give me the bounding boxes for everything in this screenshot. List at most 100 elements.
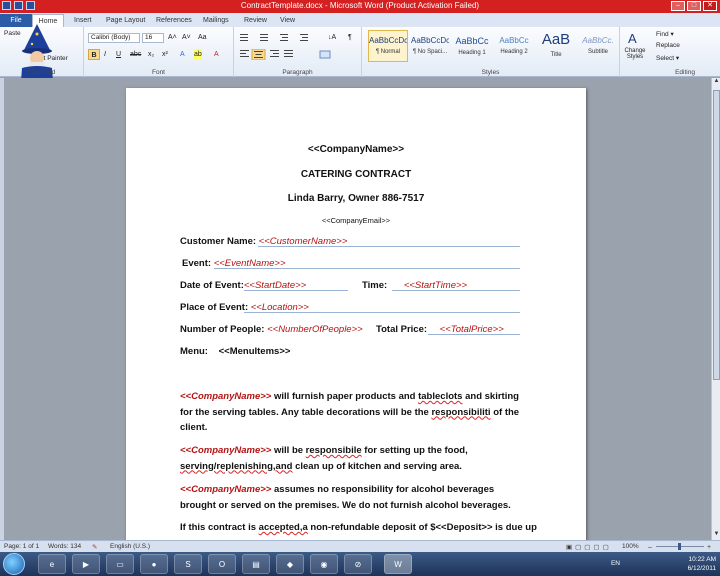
place-label: Place of Event: bbox=[180, 302, 249, 313]
change-case-button[interactable]: Aa bbox=[198, 32, 207, 43]
tab-view[interactable]: View bbox=[280, 14, 295, 27]
strikethrough-button[interactable]: abc bbox=[130, 49, 141, 60]
document-page[interactable]: <<CompanyName>> CATERING CONTRACT Linda … bbox=[126, 88, 586, 540]
title-bar: ContractTemplate.docx - Microsoft Word (… bbox=[0, 0, 720, 13]
text-run: responsibile bbox=[305, 445, 362, 456]
style-name: ¶ No Spaci... bbox=[412, 49, 448, 55]
start-button[interactable] bbox=[3, 553, 25, 575]
clock-time[interactable]: 10:22 AM bbox=[688, 555, 716, 564]
clipboard-group: Paste at Painter Clipboard bbox=[0, 24, 84, 94]
alignment-buttons-icon[interactable] bbox=[240, 49, 350, 60]
list-buttons-icon[interactable] bbox=[240, 32, 340, 43]
text-run: If this contract is bbox=[180, 522, 259, 533]
paragraph-supplies: <<CompanyName>> will furnish paper produ… bbox=[180, 389, 530, 436]
tab-references[interactable]: References bbox=[156, 14, 192, 27]
text-run: accepted,a bbox=[258, 522, 308, 533]
find-button[interactable]: Find ▾ bbox=[656, 30, 674, 38]
clipboard-group-label: Clipboard bbox=[27, 69, 56, 76]
language-indicator[interactable]: EN bbox=[611, 559, 620, 568]
tab-mailings[interactable]: Mailings bbox=[203, 14, 229, 27]
tab-review[interactable]: Review bbox=[244, 14, 267, 27]
maximize-button[interactable]: □ bbox=[687, 1, 701, 11]
tab-insert[interactable]: Insert bbox=[74, 14, 92, 27]
status-bar: Page: 1 of 1 Words: 134 ✎ English (U.S.)… bbox=[0, 540, 720, 552]
zoom-level[interactable]: 100% bbox=[622, 543, 639, 550]
word-taskbar-icon[interactable]: W bbox=[384, 554, 412, 574]
editing-group: Find ▾ Replace Select ▾ Editing bbox=[650, 27, 720, 77]
style-name: Subtitle bbox=[587, 49, 608, 55]
underline-button[interactable]: U bbox=[116, 49, 121, 60]
change-styles-button[interactable]: A Change Styles bbox=[622, 30, 648, 60]
sort-button[interactable]: ↓A bbox=[328, 32, 336, 43]
font-group: Calibri (Body) 16 A˄ A˅ Aa B I U abc x₂ … bbox=[84, 27, 234, 77]
show-formatting-button[interactable]: ¶ bbox=[348, 32, 352, 43]
firefox-icon[interactable]: ● bbox=[140, 554, 168, 574]
contract-title: CATERING CONTRACT bbox=[300, 169, 412, 180]
owner-line: Linda Barry, Owner 886-7517 bbox=[287, 193, 425, 204]
style-subtitle[interactable]: AaBbCc. Subtitle bbox=[578, 30, 618, 62]
scrollbar-thumb[interactable] bbox=[713, 90, 720, 380]
style-sample: AaBbCc bbox=[455, 36, 489, 46]
superscript-button[interactable]: x² bbox=[162, 49, 168, 60]
folder-icon[interactable]: ▭ bbox=[106, 554, 134, 574]
change-styles-label: Change Styles bbox=[624, 48, 646, 60]
shrink-font-button[interactable]: A˅ bbox=[182, 32, 191, 43]
word-count[interactable]: Words: 134 bbox=[48, 543, 81, 550]
style-sample: AaBbCcDc bbox=[411, 36, 449, 45]
menu-label: Menu: bbox=[180, 346, 208, 357]
font-size-dropdown[interactable]: 16 bbox=[142, 33, 164, 43]
media-icon[interactable]: ▶ bbox=[72, 554, 100, 574]
highlight-button[interactable]: ab bbox=[194, 49, 202, 60]
style-heading-1[interactable]: AaBbCc Heading 1 bbox=[452, 30, 492, 62]
grow-font-button[interactable]: A˄ bbox=[168, 32, 177, 43]
date-label: Date of Event: bbox=[180, 280, 244, 291]
proofing-icon[interactable]: ✎ bbox=[92, 543, 97, 551]
paragraph-setup: <<CompanyName>> will be responsibile for… bbox=[180, 443, 530, 474]
app-icon[interactable]: ◆ bbox=[276, 554, 304, 574]
company-name-field: <<CompanyName>> bbox=[180, 484, 272, 495]
select-button[interactable]: Select ▾ bbox=[656, 54, 679, 62]
svg-text:+: + bbox=[707, 544, 711, 551]
page-count[interactable]: Page: 1 of 1 bbox=[4, 543, 39, 550]
text-run: clean up of kitchen and serving area. bbox=[292, 460, 462, 472]
style-normal[interactable]: AaBbCcDc ¶ Normal bbox=[368, 30, 408, 62]
scroll-down-icon[interactable]: ▼ bbox=[712, 531, 720, 540]
company-name-field: <<CompanyName>> bbox=[180, 445, 272, 456]
close-button[interactable]: ✕ bbox=[703, 1, 717, 11]
style-name: ¶ Normal bbox=[375, 49, 401, 55]
notepad-icon[interactable]: ▤ bbox=[242, 554, 270, 574]
vertical-scrollbar[interactable]: ▲ ▼ bbox=[711, 78, 720, 540]
text-effects-button[interactable]: A bbox=[180, 49, 185, 60]
place-underline bbox=[244, 312, 520, 313]
style-title[interactable]: AaB Title bbox=[536, 30, 576, 62]
bold-button[interactable]: B bbox=[88, 49, 100, 60]
minimize-button[interactable]: – bbox=[671, 1, 685, 11]
text-run: non-refundable deposit of $<<Deposit>> i… bbox=[307, 522, 537, 533]
style-no-spacing[interactable]: AaBbCcDc ¶ No Spaci... bbox=[410, 30, 450, 62]
company-email-placeholder: <<CompanyEmail>> bbox=[321, 216, 391, 225]
style-heading-2[interactable]: AaBbCc Heading 2 bbox=[494, 30, 534, 62]
scroll-up-icon[interactable]: ▲ bbox=[712, 78, 720, 87]
vertical-ruler bbox=[0, 78, 4, 540]
outlook-icon[interactable]: O bbox=[208, 554, 236, 574]
zoom-slider[interactable]: – + bbox=[648, 542, 714, 551]
italic-button[interactable]: I bbox=[104, 49, 106, 60]
window-title: ContractTemplate.docx - Microsoft Word (… bbox=[240, 1, 480, 10]
font-group-label: Font bbox=[151, 69, 165, 76]
editing-group-label: Editing bbox=[675, 69, 695, 76]
font-color-button[interactable]: A bbox=[214, 49, 219, 60]
document-area[interactable]: <<CompanyName>> CATERING CONTRACT Linda … bbox=[0, 78, 711, 540]
ie-icon[interactable]: e bbox=[38, 554, 66, 574]
subscript-button[interactable]: x₂ bbox=[148, 49, 154, 60]
skype-icon[interactable]: S bbox=[174, 554, 202, 574]
no-entry-icon[interactable]: ⊘ bbox=[344, 554, 372, 574]
language[interactable]: English (U.S.) bbox=[110, 543, 150, 550]
customer-name-underline bbox=[258, 246, 520, 247]
clock-date[interactable]: 6/12/2011 bbox=[688, 564, 716, 573]
font-name-dropdown[interactable]: Calibri (Body) bbox=[88, 33, 140, 43]
view-buttons-icon[interactable]: ▣▢▢▢▢ bbox=[566, 543, 612, 551]
tab-page-layout[interactable]: Page Layout bbox=[106, 14, 145, 27]
replace-button[interactable]: Replace bbox=[656, 42, 680, 49]
chrome-icon[interactable]: ◉ bbox=[310, 554, 338, 574]
system-tray: EN 10:22 AM 6/12/2011 bbox=[611, 555, 716, 573]
